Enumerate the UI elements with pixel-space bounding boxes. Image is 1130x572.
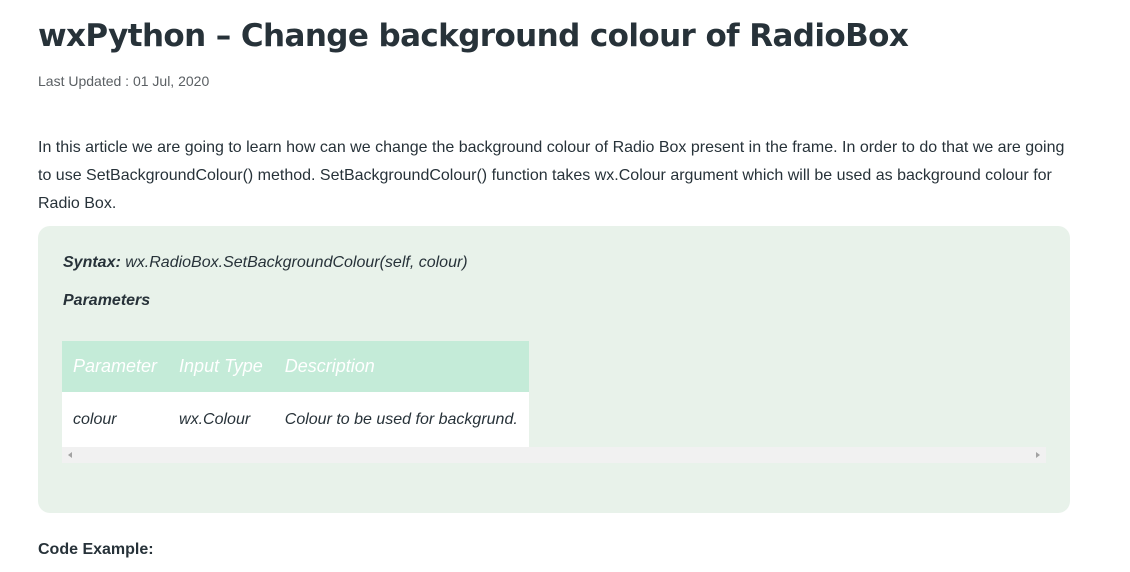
left-arrow-icon[interactable] [68,452,72,458]
table-header-row: Parameter Input Type Description [62,341,529,392]
syntax-signature: wx.RadioBox.SetBackgroundColour(self, co… [120,254,468,271]
cell-input-type: wx.Colour [168,392,274,447]
syntax-label: Syntax: [63,254,121,271]
header-description: Description [273,341,529,392]
header-input-type: Input Type [168,341,274,392]
horizontal-scrollbar[interactable] [62,447,1046,463]
parameters-heading: Parameters [63,292,151,309]
right-arrow-icon[interactable] [1036,452,1040,458]
cell-parameter: colour [62,392,169,447]
syntax-box: Syntax: wx.RadioBox.SetBackgroundColour(… [38,226,1070,513]
intro-paragraph: In this article we are going to learn ho… [38,139,1065,212]
code-example-heading: Code Example: [38,541,154,558]
page-title: wxPython – Change background colour of R… [38,18,909,54]
syntax-line: Syntax: wx.RadioBox.SetBackgroundColour(… [63,254,468,272]
header-parameter: Parameter [62,341,169,392]
parameters-table: Parameter Input Type Description colour … [62,341,529,447]
cell-description: Colour to be used for backgrund. [273,392,529,447]
table-row: colour wx.Colour Colour to be used for b… [62,392,529,447]
parameters-table-scroll: Parameter Input Type Description colour … [62,341,1046,465]
last-updated: Last Updated : 01 Jul, 2020 [38,73,210,89]
